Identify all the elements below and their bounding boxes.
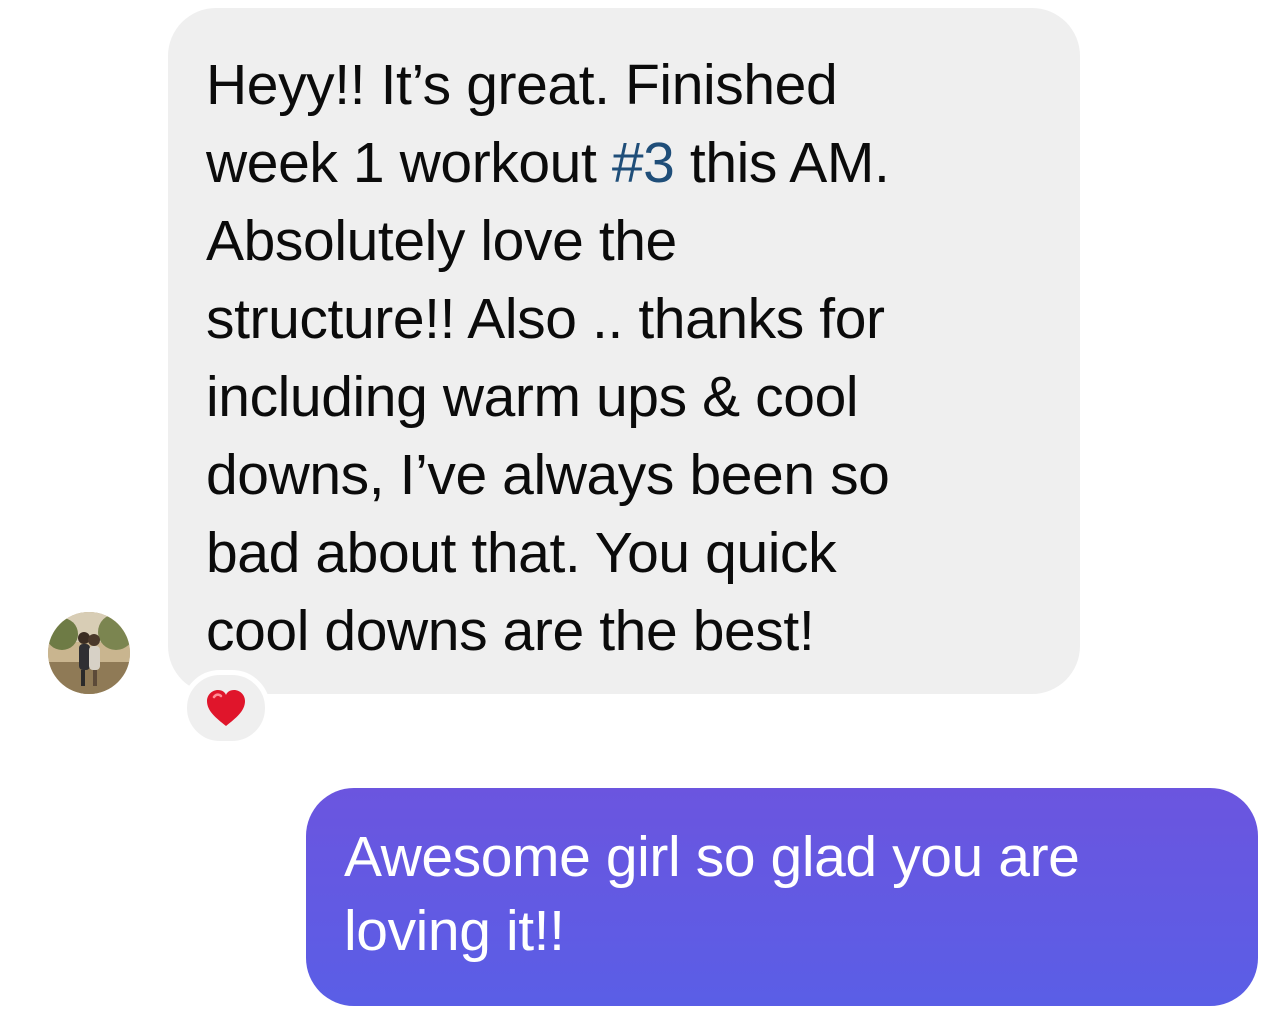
sender-avatar[interactable] <box>48 612 130 694</box>
heart-icon <box>207 690 245 726</box>
incoming-text-end: this AM. Absolutely love the structure!!… <box>206 131 890 663</box>
outgoing-message-bubble[interactable]: Awesome girl so glad you are loving it!! <box>306 788 1258 1006</box>
outgoing-message-text: Awesome girl so glad you are loving it!! <box>344 825 1080 963</box>
hashtag-link[interactable]: #3 <box>612 131 675 195</box>
profile-photo-icon <box>48 612 130 694</box>
incoming-message-text: Heyy!! It’s great. Finished week 1 worko… <box>206 46 1050 670</box>
heart-reaction-badge[interactable] <box>182 670 270 746</box>
incoming-message-bubble[interactable]: Heyy!! It’s great. Finished week 1 worko… <box>168 8 1080 694</box>
